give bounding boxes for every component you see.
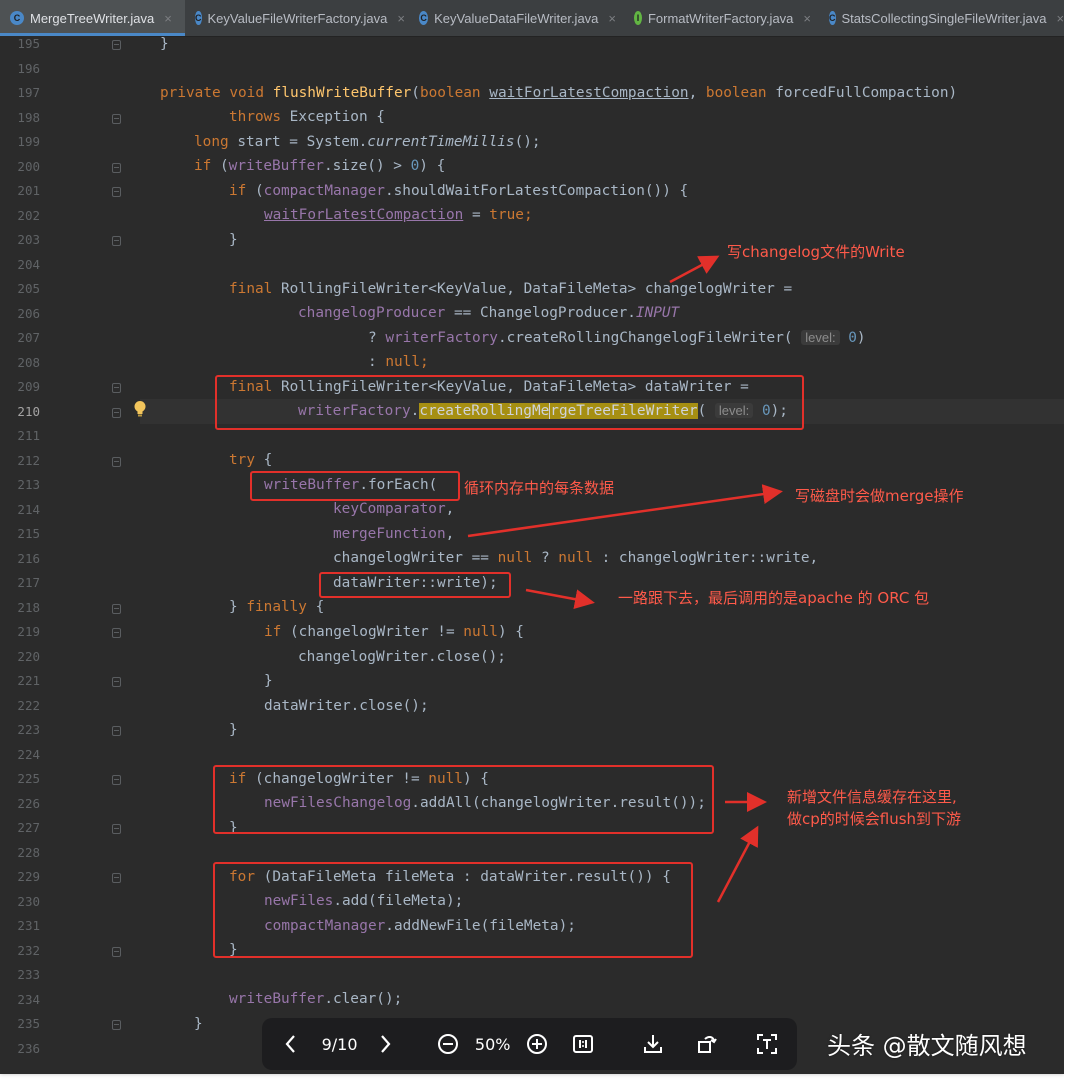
arrow-orc <box>525 588 595 610</box>
download-icon <box>643 1035 662 1053</box>
annotation-orc: 一路跟下去，最后调用的是apache 的 ORC 包 <box>618 589 930 607</box>
rotate-icon <box>698 1035 718 1053</box>
next-icon <box>381 1035 391 1053</box>
rotate-button[interactable] <box>678 1018 738 1070</box>
image-viewer-toolbar: 9/10 50% <box>262 1018 797 1070</box>
annotation-loop-data: 循环内存中的每条数据 <box>464 479 615 497</box>
zoom-level: 50% <box>474 1034 511 1054</box>
annotation-arrows <box>467 255 783 903</box>
toolbar-divider <box>612 1018 628 1070</box>
arrow-merge <box>467 484 783 538</box>
ocr-button[interactable] <box>737 1018 797 1070</box>
page-margin <box>1064 0 1080 1081</box>
annotation-merge-on-disk: 写磁盘时会做merge操作 <box>795 487 964 505</box>
source-watermark: 头条 @散文随风想 <box>827 1032 1027 1060</box>
prev-icon <box>285 1035 295 1053</box>
actual-size-button[interactable] <box>554 1018 612 1070</box>
zoom-out-icon <box>437 1034 458 1054</box>
ocr-icon <box>757 1034 778 1054</box>
prev-button[interactable] <box>262 1018 320 1070</box>
ide-window: C MergeTreeWriter.java × C KeyValueFileW… <box>0 0 1064 1074</box>
actual-size-icon <box>573 1035 594 1053</box>
zoom-in-icon <box>527 1034 548 1054</box>
toolbar-divider <box>411 1018 431 1070</box>
page-indicator: 9/10 <box>321 1034 358 1054</box>
arrow-cache-lower <box>716 825 759 903</box>
annotation-cache-line2: 做cp的时候会flush到下游 <box>787 810 962 828</box>
download-button[interactable] <box>628 1018 678 1070</box>
annotation-cache-line1: 新增文件信息缓存在这里, <box>787 788 957 806</box>
zoom-in-button[interactable] <box>521 1018 555 1070</box>
arrow-changelog <box>669 255 720 284</box>
next-button[interactable] <box>359 1018 411 1070</box>
zoom-out-button[interactable] <box>431 1018 465 1070</box>
annotation-changelog-writer: 写changelog文件的Write <box>727 243 905 261</box>
